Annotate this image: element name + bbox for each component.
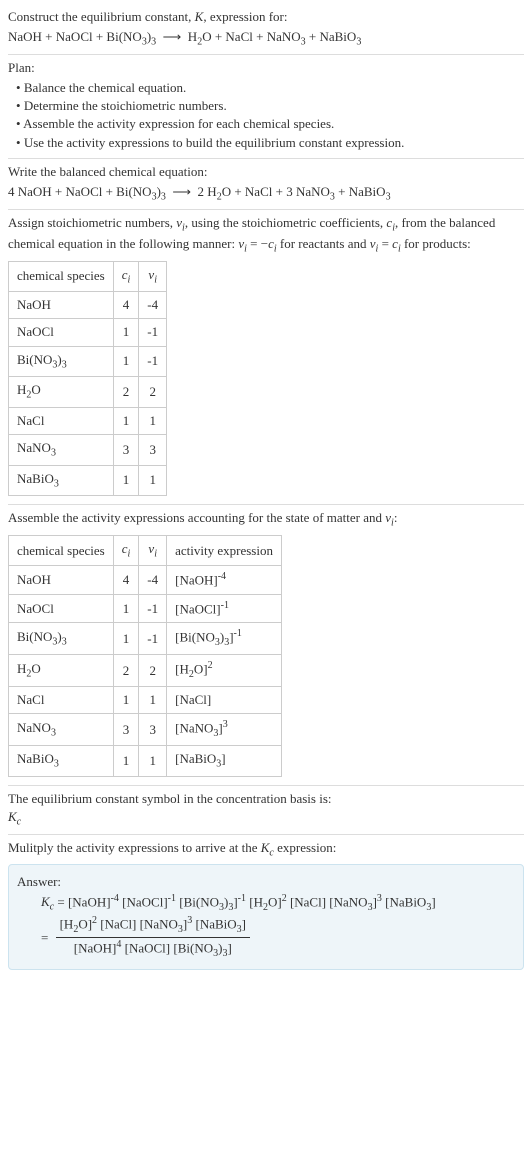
plan-list: Balance the chemical equation. Determine…	[8, 79, 524, 152]
col-species: chemical species	[9, 261, 114, 292]
col-ci: ci	[113, 261, 139, 292]
table-row: H2O22[H2O]2	[9, 655, 282, 687]
table-row: NaOCl1-1	[9, 319, 167, 346]
col-species: chemical species	[9, 535, 114, 566]
table-row: NaNO333	[9, 435, 167, 466]
balanced-section: Write the balanced chemical equation: 4 …	[8, 159, 524, 210]
kc-symbol-section: The equilibrium constant symbol in the c…	[8, 786, 524, 835]
prompt-text: Construct the equilibrium constant, K, e…	[8, 8, 524, 26]
kc-text: The equilibrium constant symbol in the c…	[8, 790, 524, 808]
table-row: NaBiO311[NaBiO3]	[9, 746, 282, 777]
plan-item: Use the activity expressions to build th…	[16, 134, 524, 152]
answer-label: Answer:	[17, 873, 515, 891]
plan-section: Plan: Balance the chemical equation. Det…	[8, 55, 524, 159]
activity-section: Assemble the activity expressions accoun…	[8, 505, 524, 786]
activity-table: chemical species ci νi activity expressi…	[8, 535, 282, 777]
answer-expr: Kc = [NaOH]-4 [NaOCl]-1 [Bi(NO3)3]-1 [H2…	[17, 892, 515, 962]
balanced-heading: Write the balanced chemical equation:	[8, 163, 524, 181]
prompt-section: Construct the equilibrium constant, K, e…	[8, 4, 524, 55]
table-row: H2O22	[9, 377, 167, 408]
answer-line2: = [H2O]2 [NaCl] [NaNO3]3 [NaBiO3] [NaOH]…	[41, 914, 515, 961]
col-ci: ci	[113, 535, 139, 566]
answer-line1: Kc = [NaOH]-4 [NaOCl]-1 [Bi(NO3)3]-1 [H2…	[41, 892, 515, 915]
table-row: NaOH4-4[NaOH]-4	[9, 566, 282, 595]
activity-heading: Assemble the activity expressions accoun…	[8, 509, 524, 531]
table-row: NaOCl1-1[NaOCl]-1	[9, 594, 282, 623]
table-row: Bi(NO3)31-1	[9, 346, 167, 377]
col-vi: νi	[139, 261, 167, 292]
stoich-text: Assign stoichiometric numbers, νi, using…	[8, 214, 524, 257]
plan-heading: Plan:	[8, 59, 524, 77]
stoich-section: Assign stoichiometric numbers, νi, using…	[8, 210, 524, 506]
plan-item: Determine the stoichiometric numbers.	[16, 97, 524, 115]
balanced-equation: 4 NaOH + NaOCl + Bi(NO3)3 ⟶ 2 H2O + NaCl…	[8, 183, 524, 205]
table-header-row: chemical species ci νi activity expressi…	[9, 535, 282, 566]
stoich-table: chemical species ci νi NaOH4-4 NaOCl1-1 …	[8, 261, 167, 497]
col-expr: activity expression	[167, 535, 282, 566]
table-row: NaOH4-4	[9, 292, 167, 319]
kc-symbol: Kc	[8, 808, 524, 830]
multiply-text: Mulitply the activity expressions to arr…	[8, 839, 524, 861]
plan-item: Assemble the activity expression for eac…	[16, 115, 524, 133]
table-row: Bi(NO3)31-1[Bi(NO3)3]-1	[9, 623, 282, 655]
plan-item: Balance the chemical equation.	[16, 79, 524, 97]
table-row: NaBiO311	[9, 465, 167, 496]
col-vi: νi	[139, 535, 167, 566]
table-row: NaNO333[NaNO3]3	[9, 714, 282, 746]
answer-box: Answer: Kc = [NaOH]-4 [NaOCl]-1 [Bi(NO3)…	[8, 864, 524, 970]
table-header-row: chemical species ci νi	[9, 261, 167, 292]
multiply-section: Mulitply the activity expressions to arr…	[8, 835, 524, 975]
unbalanced-equation: NaOH + NaOCl + Bi(NO3)3 ⟶ H2O + NaCl + N…	[8, 28, 524, 50]
table-row: NaCl11[NaCl]	[9, 687, 282, 714]
table-row: NaCl11	[9, 407, 167, 434]
